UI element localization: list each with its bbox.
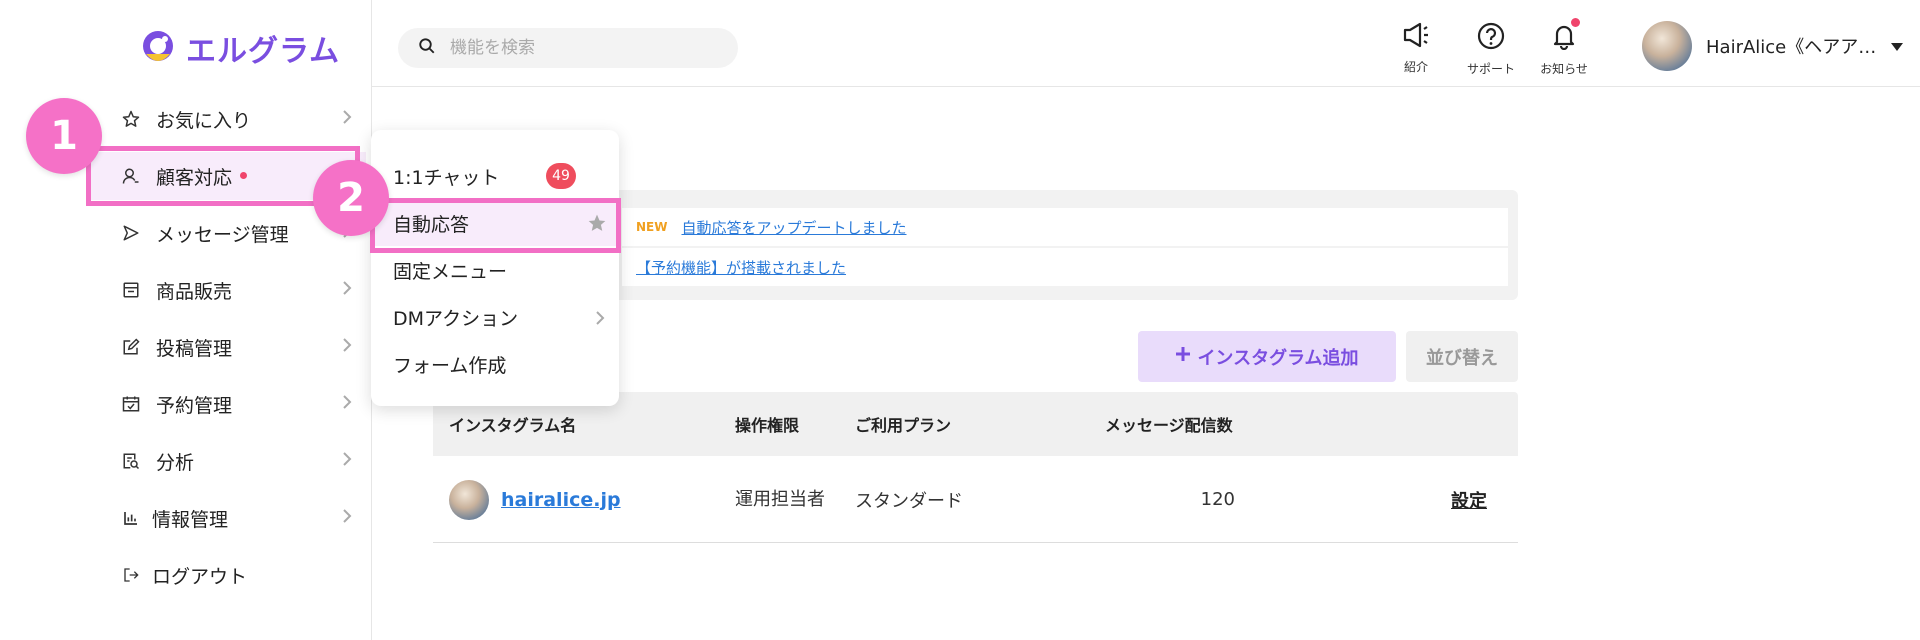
sidebar-item-label: ログアウト [152,565,248,588]
submenu-item-chat[interactable]: 1:1チャット 49 [371,153,619,199]
submenu-item-label: 固定メニュー [393,260,508,283]
intro-label: 紹介 [1403,60,1428,74]
support-label: サポート [1466,62,1515,76]
column-header: ご利用プラン [855,416,952,435]
submenu-item-fixed-menu[interactable]: 固定メニュー [371,247,619,293]
submenu-item-form[interactable]: フォーム作成 [371,341,619,387]
plan-cell: スタンダード [855,490,963,512]
settings-link[interactable]: 設定 [1451,487,1487,513]
avatar [1642,21,1692,71]
intro-button[interactable]: 紹介 [1381,22,1451,76]
notifications-button[interactable]: お知らせ [1529,18,1599,76]
sidebar-item-label: メッセージ管理 [156,223,289,246]
highlight-frame-auto-reply [370,198,621,253]
account-link[interactable]: hairalice.jp [501,489,621,511]
sidebar-item-label: お気に入り [156,109,252,132]
add-instagram-button[interactable]: インスタグラム追加 [1138,331,1396,382]
sidebar-item-info[interactable]: 情報管理 [86,494,366,542]
submenu-item-label: フォーム作成 [393,354,507,377]
star-icon [120,108,142,130]
column-header: メッセージ配信数 [1105,416,1233,435]
sidebar-item-reservations[interactable]: 予約管理 [86,380,366,428]
sidebar-item-label: 商品販売 [156,280,233,303]
top-header: 紹介 サポート お知らせ HairAlice《ヘアア… [372,0,1920,87]
app-logo[interactable]: エルグラム [138,26,340,70]
notification-dot [1571,18,1580,27]
notice-link-reservation[interactable]: 【予約機能】が搭載されました [636,257,846,278]
count-cell: 120 [1200,489,1235,510]
megaphone-icon [1402,22,1430,52]
send-icon [120,222,142,244]
logo-icon [138,28,178,68]
column-header: 操作権限 [735,416,800,435]
submenu-item-label: 1:1チャット [393,166,500,189]
chevron-right-icon [342,108,352,130]
search-bar[interactable] [398,28,738,68]
sidebar-item-sales[interactable]: 商品販売 [86,266,366,314]
chevron-right-icon [595,309,605,331]
new-badge: NEW [636,220,668,234]
sidebar-item-posts[interactable]: 投稿管理 [86,323,366,371]
chevron-right-icon [342,450,352,472]
notice-panel: NEW 自動応答をアップデートしました 【予約機能】が搭載されました [612,190,1518,300]
logo-text: エルグラム [186,34,341,69]
sidebar-item-label: 投稿管理 [156,337,233,360]
bar-chart-icon [120,507,142,529]
logout-icon [120,564,142,586]
notice-item[interactable]: NEW 自動応答をアップデートしました [622,208,1508,246]
bell-icon [1551,22,1577,54]
edit-icon [120,336,142,358]
help-icon [1477,22,1505,54]
user-name: HairAlice《ヘアア… [1706,37,1877,58]
search-icon [418,37,436,59]
step-marker-1: 1 [26,98,102,174]
sidebar-item-label: 情報管理 [152,508,229,531]
plus-icon [1175,346,1191,367]
unread-count-badge: 49 [546,163,576,189]
table-row: hairalice.jp 運用担当者 スタンダード 120 設定 [433,456,1518,543]
search-input[interactable] [450,38,710,58]
store-icon [120,279,142,301]
user-menu[interactable]: HairAlice《ヘアア… [1642,20,1904,72]
chevron-right-icon [342,507,352,529]
calendar-icon [120,393,142,415]
sort-button[interactable]: 並び替え [1406,331,1518,382]
customer-support-submenu: 1:1チャット 49 自動応答 固定メニュー DMアクション フォーム作成 [371,130,619,406]
notice-label: お知らせ [1540,62,1588,76]
chevron-right-icon [342,393,352,415]
add-instagram-label: インスタグラム追加 [1197,347,1359,369]
sidebar-item-label: 予約管理 [156,394,233,417]
role-cell: 運用担当者 [735,488,825,510]
submenu-item-dm-action[interactable]: DMアクション [371,294,619,340]
submenu-item-label: DMアクション [393,307,519,330]
account-cell: hairalice.jp [449,456,621,543]
notice-link-update[interactable]: 自動応答をアップデートしました [681,217,906,238]
sidebar: エルグラム お気に入り 顧客対応 メッセージ管理 商品販売 投稿管理 予約管理 … [0,0,372,640]
sidebar-item-logout[interactable]: ログアウト [86,551,366,599]
sidebar-item-analytics[interactable]: 分析 [86,437,366,485]
chevron-right-icon [342,279,352,301]
sidebar-item-label: 分析 [156,451,195,474]
settings-cell: 設定 [1451,456,1487,543]
support-button[interactable]: サポート [1456,22,1526,76]
chevron-right-icon [342,336,352,358]
caret-down-icon [1890,37,1904,56]
report-search-icon [120,450,142,472]
avatar [449,479,489,520]
notice-item[interactable]: 【予約機能】が搭載されました [622,248,1508,286]
sidebar-item-favorites[interactable]: お気に入り [86,95,366,143]
step-marker-2: 2 [313,160,389,236]
